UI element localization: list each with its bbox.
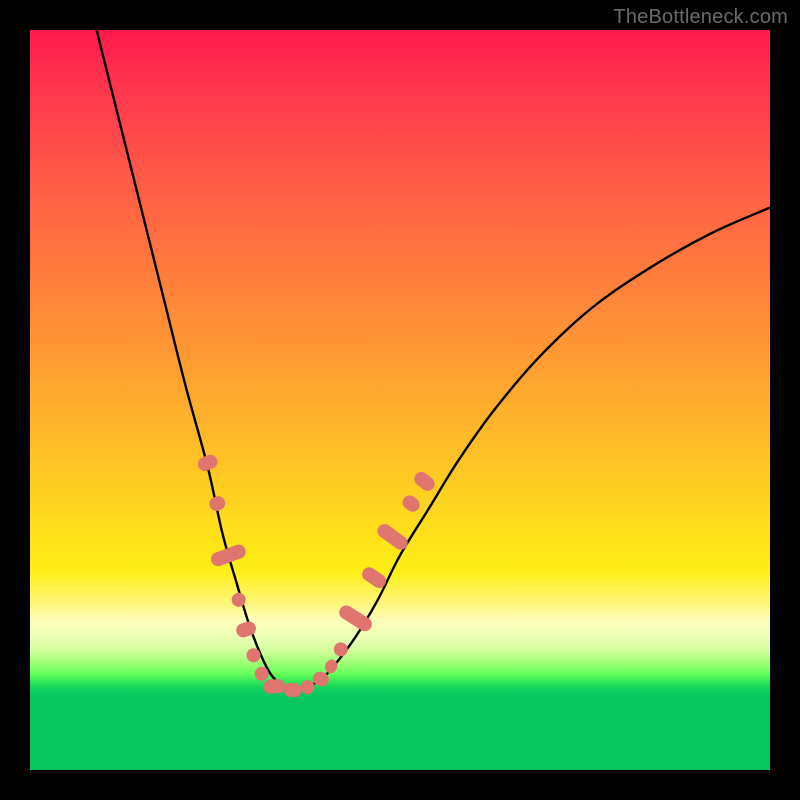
curve-marker <box>375 521 411 552</box>
curve-marker <box>411 469 437 494</box>
curve-marker <box>207 494 227 513</box>
plot-area <box>30 30 770 770</box>
curve-marker <box>196 453 220 473</box>
curve-marker <box>263 679 286 695</box>
curve-marker <box>299 679 315 695</box>
curve-marker <box>331 640 350 659</box>
curve-marker <box>283 682 302 698</box>
chart-stage: TheBottleneck.com <box>0 0 800 800</box>
chart-svg <box>30 30 770 770</box>
curve-markers <box>196 453 438 698</box>
watermark-text: TheBottleneck.com <box>613 6 788 29</box>
curve-marker <box>400 493 423 515</box>
main-curve <box>97 30 770 689</box>
curve-marker <box>337 603 375 634</box>
curve-marker <box>209 543 248 568</box>
curve-marker <box>230 591 248 609</box>
